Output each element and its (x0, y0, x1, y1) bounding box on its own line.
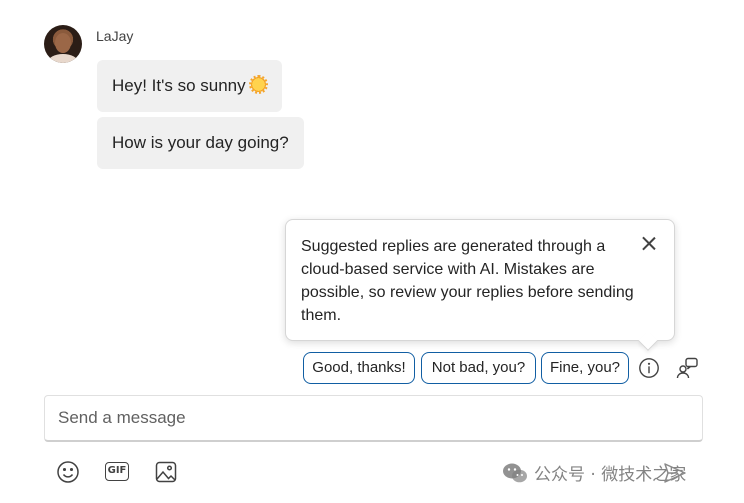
message-bubble: How is your day going? (97, 117, 304, 169)
tooltip-arrow (638, 331, 658, 351)
close-icon[interactable] (641, 235, 657, 251)
gif-label: GIF (105, 462, 129, 481)
avatar[interactable] (44, 25, 82, 63)
send-icon[interactable] (662, 460, 688, 486)
suggested-reply-good-thanks[interactable]: Good, thanks! (303, 352, 415, 384)
suggested-reply-fine[interactable]: Fine, you? (541, 352, 629, 384)
emoji-icon[interactable] (55, 459, 81, 485)
gif-button[interactable]: GIF (104, 459, 130, 485)
chat-window: LaJay Hey! It's so sunny How is your day… (0, 0, 744, 503)
sender-name: LaJay (96, 28, 134, 44)
sun-emoji-icon (248, 75, 268, 94)
tooltip-text: Suggested replies are generated through … (301, 238, 634, 324)
ai-disclaimer-tooltip: Suggested replies are generated through … (285, 219, 675, 351)
suggested-reply-not-bad[interactable]: Not bad, you? (421, 352, 536, 384)
info-icon[interactable] (638, 357, 660, 379)
people-feedback-icon[interactable] (675, 356, 699, 380)
watermark: 公众号 · 微技术之家 (502, 460, 686, 485)
message-compose-box (44, 395, 703, 442)
message-input[interactable] (45, 396, 702, 440)
image-icon[interactable] (153, 459, 179, 485)
message-bubble: Hey! It's so sunny (97, 60, 282, 112)
message-text: Hey! It's so sunny (112, 76, 246, 95)
message-text: How is your day going? (112, 133, 289, 152)
wechat-logo-icon (503, 463, 527, 482)
